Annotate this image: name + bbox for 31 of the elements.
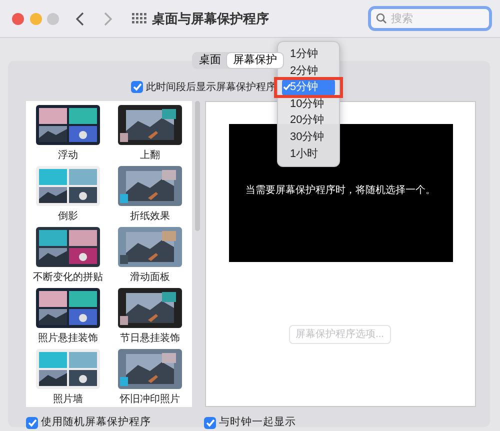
menu-item[interactable]: 30分钟 [282,128,335,146]
saver-label: 浮动 [58,149,78,163]
menu-item[interactable]: 10分钟 [282,96,335,112]
saver-label: 上翻 [140,149,160,163]
saver-label: 照片墙 [53,393,83,407]
checkbox-label: 与时钟一起显示 [218,415,296,430]
checkbox[interactable] [204,416,216,429]
search-field[interactable]: 搜索 [368,6,492,31]
close-button[interactable] [12,12,24,24]
window-title: 桌面与屏幕保护程序 [152,10,269,28]
menu-item[interactable]: 2分钟 [282,62,335,80]
tab[interactable]: 桌面 [193,53,227,68]
saver-label: 照片悬挂装饰 [38,332,98,346]
checkbox[interactable] [26,416,38,429]
preview-message: 当需要屏幕保护程序时，将随机选择一个。 [246,184,436,198]
saver-label: 怀旧冲印照片 [120,393,180,407]
search-icon [376,13,387,24]
menu-item[interactable]: 1分钟 [282,46,335,63]
saver-label: 节日悬挂装饰 [120,332,180,346]
menu-item[interactable]: 1小时 [282,146,335,162]
saver-label: 折纸效果 [130,210,170,224]
saver-label: 滑动面板 [130,271,170,285]
grid-icon[interactable] [132,13,146,24]
saver-label: 倒影 [58,210,78,224]
check-icon [283,83,291,92]
checkbox[interactable] [131,81,143,93]
saver-label: 不断变化的拼贴 [33,271,103,285]
menu-item[interactable]: 20分钟 [282,112,335,129]
tab[interactable]: 屏幕保护 [227,53,283,68]
back-icon[interactable] [76,12,84,26]
checkbox-label: 使用随机屏幕保护程序 [40,415,151,430]
